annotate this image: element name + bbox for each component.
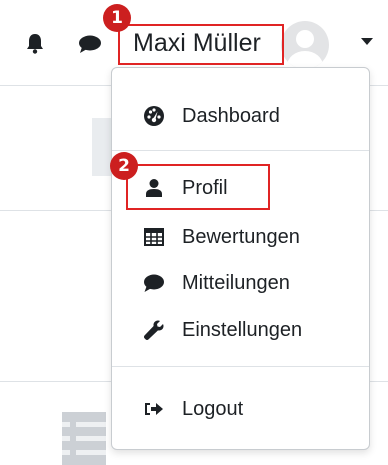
menu-item-label: Profil [182,177,228,199]
table-icon [143,226,165,248]
list-icon-bar [76,436,106,441]
tachometer-icon [143,105,165,127]
menu-divider [112,366,369,367]
user-name[interactable]: Maxi Müller [133,28,261,58]
sign-out-icon [143,398,165,420]
list-icon-bar [62,436,70,441]
caret-down-icon[interactable] [361,38,373,45]
menu-item-label: Logout [182,398,244,420]
list-icon-bar [62,422,70,427]
user-icon [143,177,165,199]
menu-item-label: Dashboard [182,105,280,127]
bell-icon[interactable] [24,32,46,54]
list-icon-bar [76,450,106,455]
menu-item-label: Einstellungen [182,319,303,341]
step-badge-1: 1 [103,4,131,32]
menu-item-logout[interactable]: Logout [112,387,369,431]
menu-item-profil[interactable]: Profil [112,166,369,210]
menu-item-mitteilungen[interactable]: Mitteilungen [112,261,369,305]
menu-item-label: Bewertungen [182,226,300,248]
list-icon-bar [76,422,106,427]
menu-item-bewertungen[interactable]: Bewertungen [112,215,369,259]
wrench-icon [143,319,165,341]
step-badge-2: 2 [110,152,138,180]
menu-item-einstellungen[interactable]: Einstellungen [112,308,369,352]
user-menu-dropdown: Dashboard Profil Bewertungen Mitteilunge… [111,67,370,450]
list-icon [62,412,106,465]
chat-bubble-icon[interactable] [78,34,102,54]
menu-item-dashboard[interactable]: Dashboard [112,94,369,138]
comment-icon [143,272,165,294]
menu-divider [112,150,369,151]
menu-item-label: Mitteilungen [182,272,290,294]
user-avatar[interactable] [281,21,329,69]
avatar-head-shape [296,30,314,48]
list-icon-bar [62,450,70,455]
